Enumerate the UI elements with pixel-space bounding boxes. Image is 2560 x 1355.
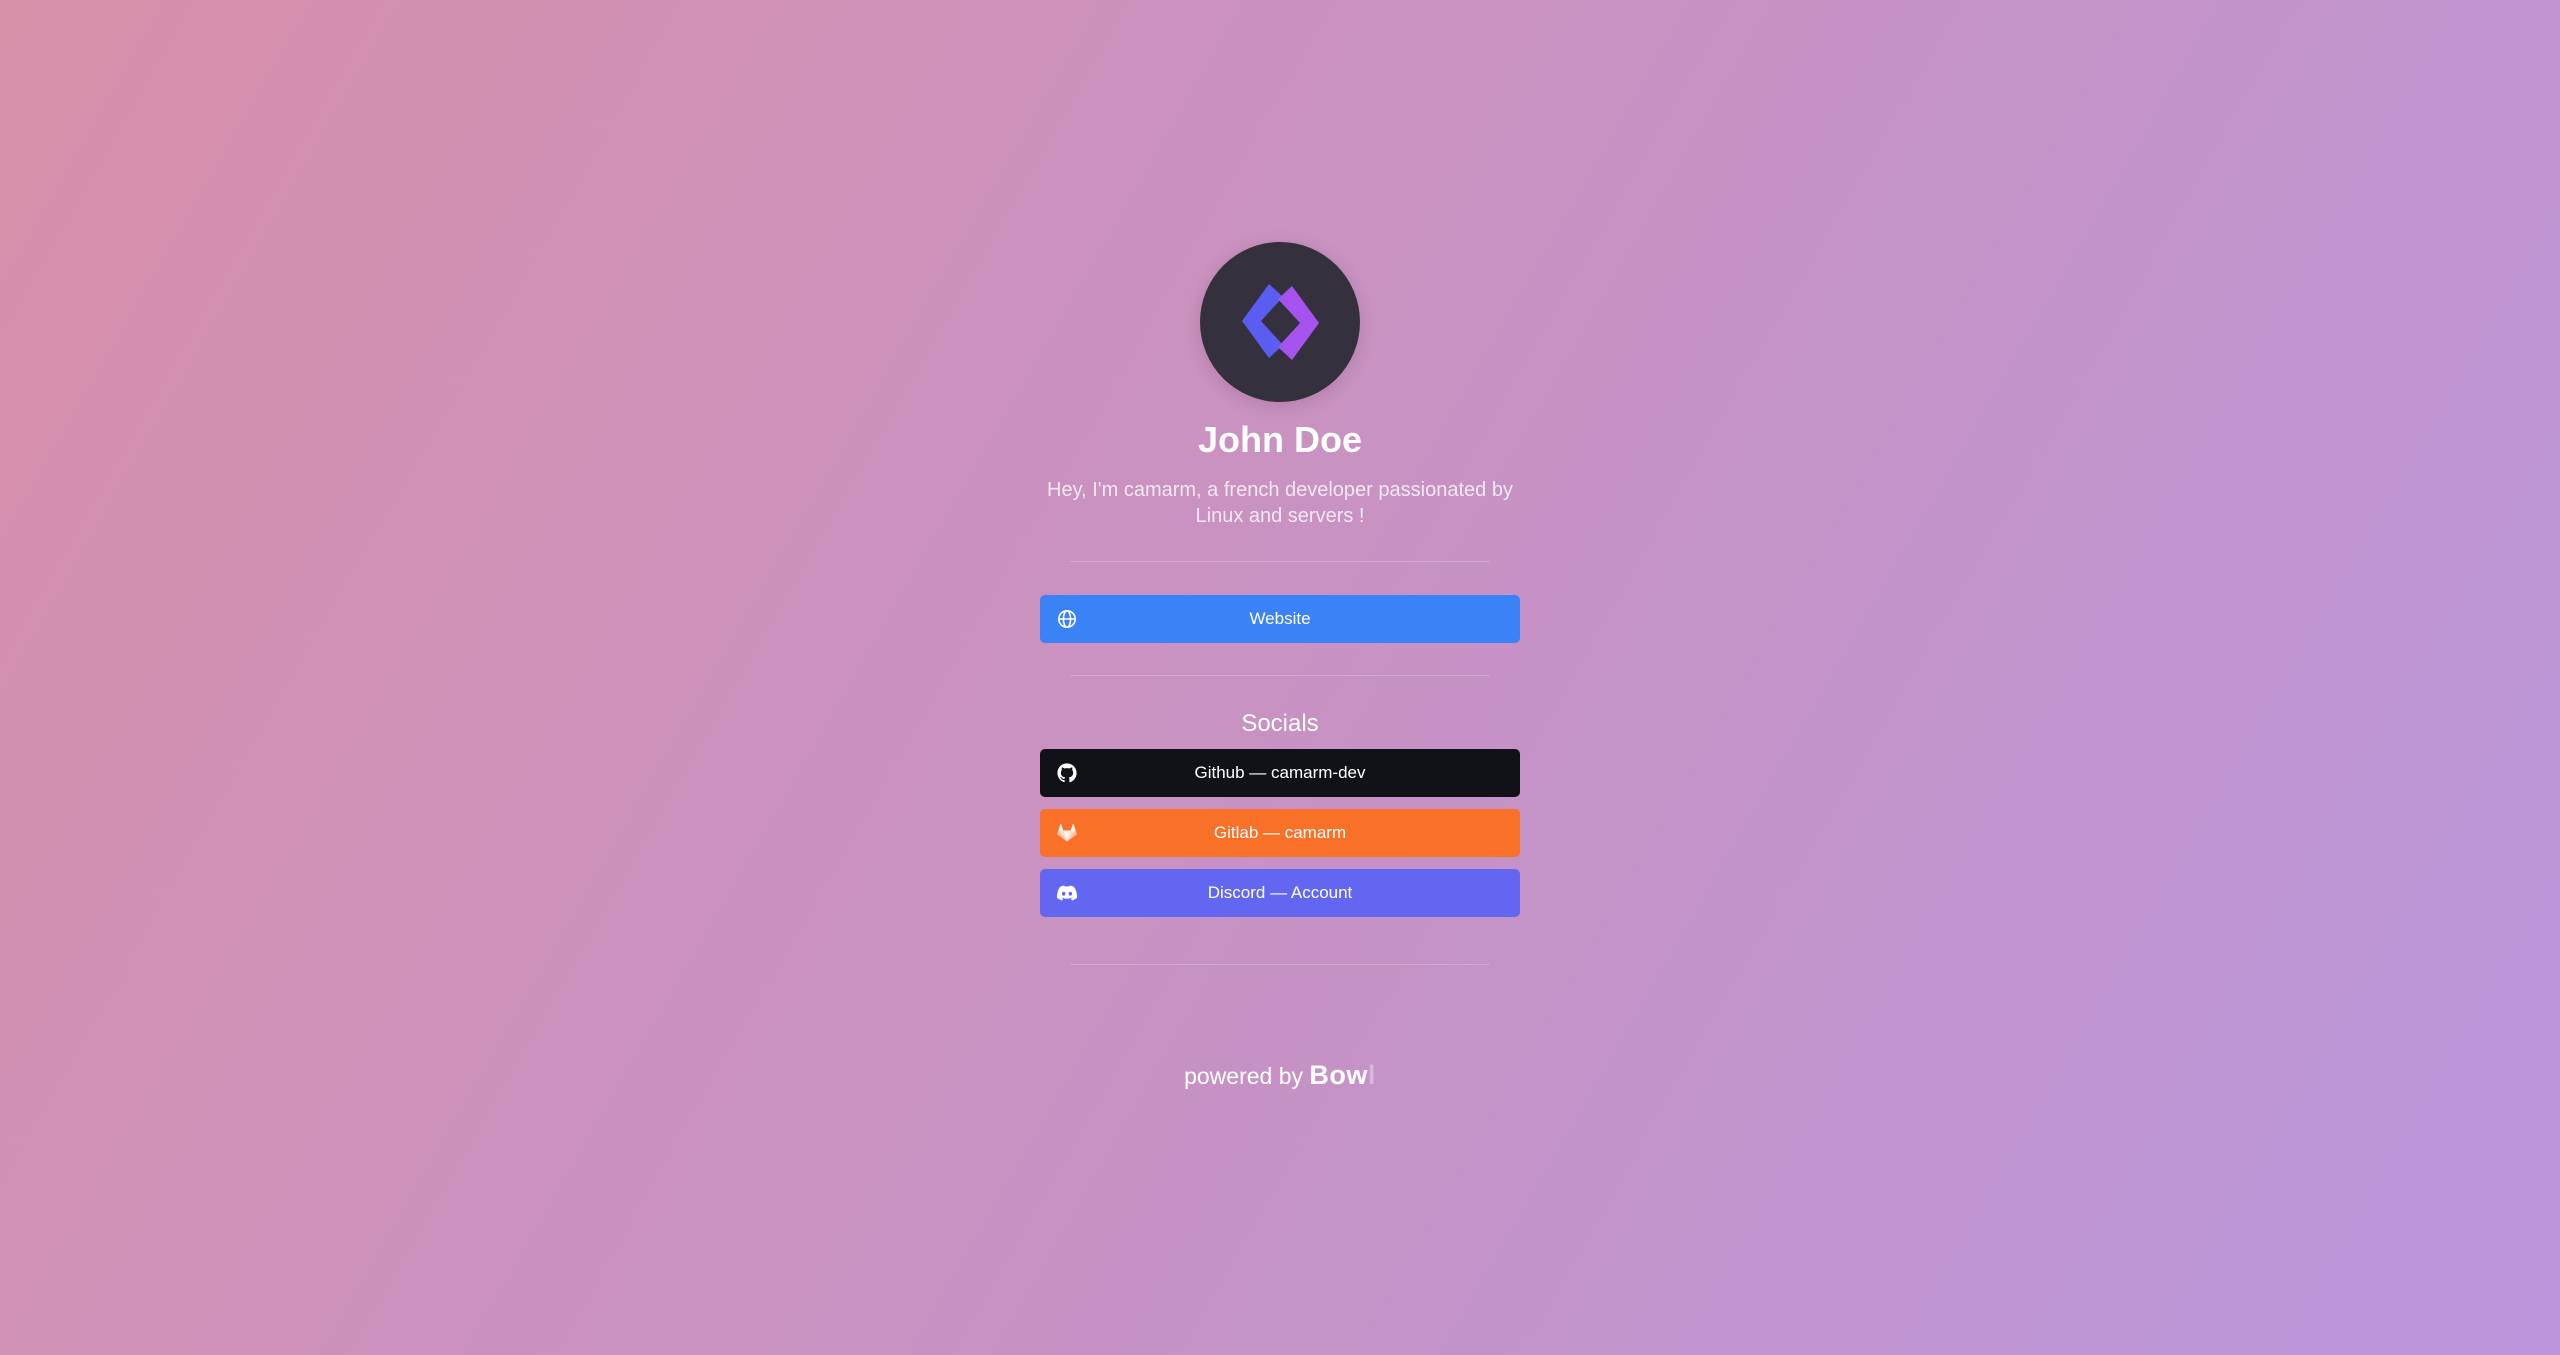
code-logo-icon — [1242, 284, 1319, 360]
discord-button[interactable]: Discord — Account — [1040, 869, 1520, 917]
discord-icon — [1057, 883, 1077, 903]
profile-card: John Doe Hey, I'm camarm, a french devel… — [1040, 242, 1520, 965]
profile-bio: Hey, I'm camarm, a french developer pass… — [1047, 479, 1513, 527]
divider — [1070, 561, 1490, 562]
discord-button-label: Discord — Account — [1207, 883, 1353, 902]
github-button-label: Github — camarm-dev — [1194, 763, 1366, 782]
gitlab-button[interactable]: Gitlab — camarm — [1040, 809, 1520, 857]
brand-logo: Bowl — [1309, 1060, 1376, 1090]
website-button[interactable]: Website — [1040, 595, 1520, 643]
brand-name: Bow — [1309, 1060, 1368, 1090]
github-icon — [1057, 763, 1077, 783]
powered-by-text: powered by — [1184, 1063, 1303, 1089]
socials-heading: Socials — [1241, 710, 1319, 737]
website-button-label: Website — [1249, 609, 1311, 628]
globe-icon — [1057, 609, 1077, 629]
gitlab-icon — [1057, 823, 1077, 843]
brand-name-ghost: l — [1367, 1060, 1376, 1090]
gitlab-button-label: Gitlab — camarm — [1213, 823, 1347, 842]
github-button[interactable]: Github — camarm-dev — [1040, 749, 1520, 797]
avatar — [1200, 242, 1360, 402]
profile-name: John Doe — [1197, 419, 1362, 460]
powered-by-footer[interactable]: powered by Bowl — [1040, 1057, 1520, 1094]
divider — [1070, 964, 1490, 965]
divider — [1070, 675, 1490, 676]
